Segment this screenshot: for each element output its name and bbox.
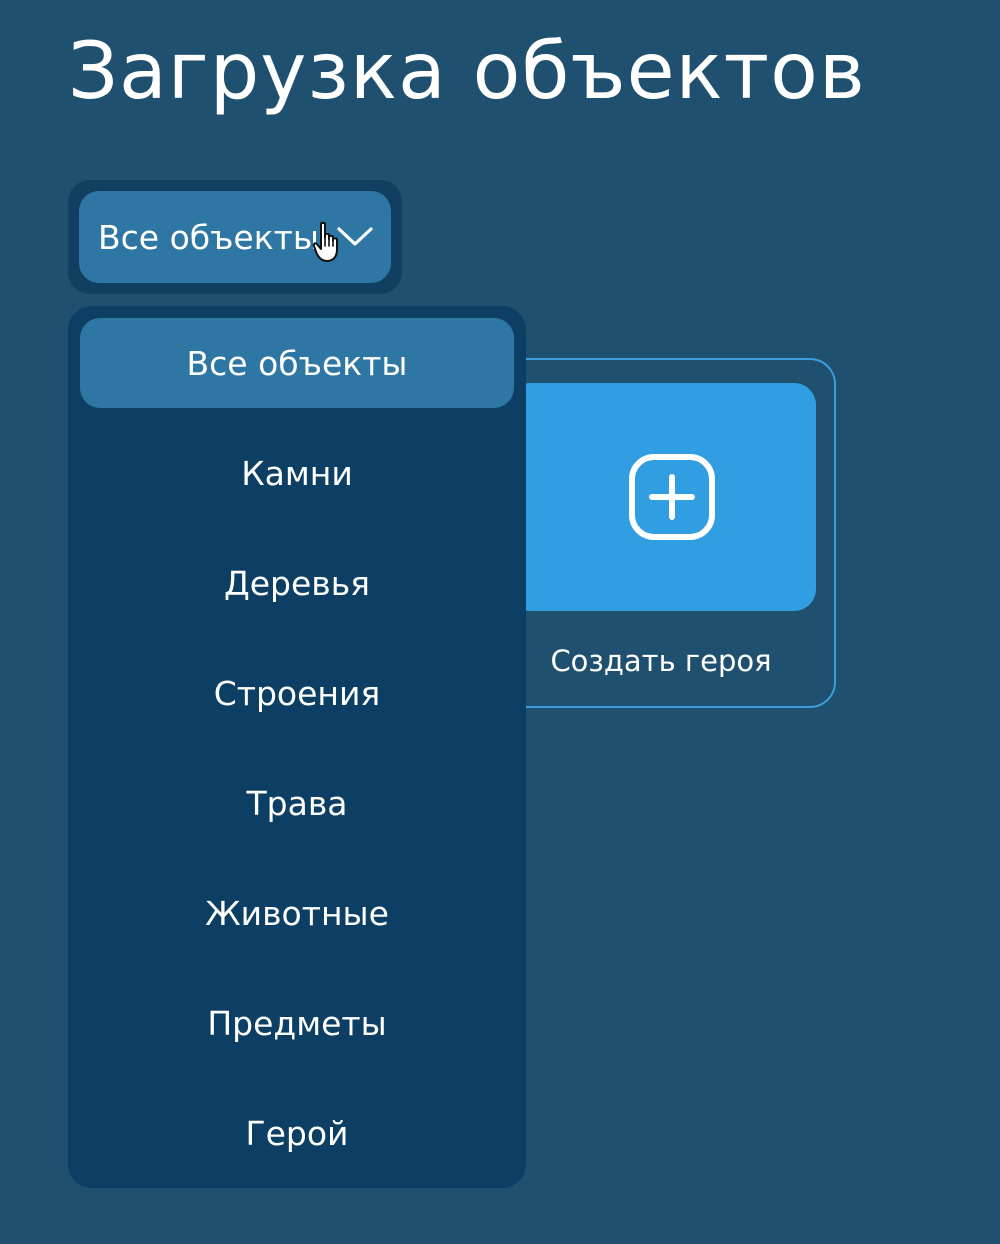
plus-square-icon — [629, 454, 715, 540]
dropdown-option-animals[interactable]: Животные — [80, 868, 514, 958]
object-filter-dropdown: Все объекты Камни Деревья Строения Трава… — [68, 306, 526, 1188]
create-hero-card[interactable]: Создать героя — [486, 358, 836, 708]
dropdown-option-hero[interactable]: Герой — [80, 1088, 514, 1178]
object-filter-selected-label: Все объекты — [98, 217, 319, 257]
dropdown-option-buildings[interactable]: Строения — [80, 648, 514, 738]
dropdown-option-grass[interactable]: Трава — [80, 758, 514, 848]
create-hero-tile[interactable] — [508, 383, 816, 611]
page-title: Загрузка объектов — [68, 27, 866, 117]
hand-cursor-icon — [312, 221, 338, 262]
create-hero-label: Создать героя — [550, 644, 772, 678]
object-filter-button[interactable]: Все объекты — [79, 191, 391, 283]
dropdown-option-trees[interactable]: Деревья — [80, 538, 514, 628]
dropdown-option-items[interactable]: Предметы — [80, 978, 514, 1068]
dropdown-option-all-objects[interactable]: Все объекты — [80, 318, 514, 408]
object-filter: Все объекты — [68, 180, 402, 294]
dropdown-option-stones[interactable]: Камни — [80, 428, 514, 518]
